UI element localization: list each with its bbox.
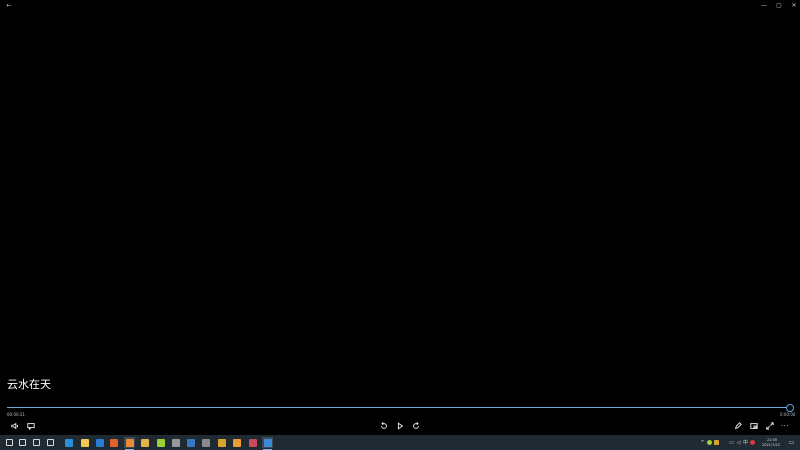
- close-icon: ✕: [791, 1, 797, 9]
- app-orange-icon: [232, 438, 241, 447]
- clock[interactable]: 22:00 2021/7/22: [759, 438, 785, 448]
- seek-fill: [7, 407, 790, 408]
- tray-antivirus[interactable]: [747, 437, 758, 448]
- action-center-button[interactable]: ▭: [786, 437, 797, 448]
- folder-icon: [140, 438, 149, 447]
- edit-button[interactable]: [732, 420, 744, 431]
- video-title: 云水在天: [7, 378, 51, 391]
- notification-icon: ▭: [788, 439, 795, 446]
- cortana-icon: [33, 439, 40, 446]
- taskbar-edge[interactable]: [63, 437, 74, 448]
- photos-icon: [125, 438, 134, 447]
- mini-view-icon: [750, 422, 758, 429]
- seek-bar[interactable]: [7, 404, 794, 412]
- file-explorer-icon: [80, 438, 89, 447]
- app-yellow-icon: [217, 438, 226, 447]
- skip-back-10-icon: [381, 421, 387, 429]
- start-icon: [6, 439, 13, 446]
- word-icon: [186, 438, 195, 447]
- title-bar: ← — ▢ ✕: [0, 0, 800, 10]
- minimize-icon: —: [761, 1, 767, 9]
- fullscreen-icon: [766, 421, 774, 430]
- movies-tv-icon: [263, 438, 272, 447]
- task-view-icon: [47, 439, 54, 446]
- taskbar-app-yellow[interactable]: [216, 437, 227, 448]
- tray-app-2[interactable]: [711, 437, 722, 448]
- taskbar-folder[interactable]: [139, 437, 150, 448]
- clock-date: 2021/7/22: [762, 443, 780, 447]
- taskbar-movies-tv[interactable]: [262, 437, 273, 450]
- skip-forward-button[interactable]: [410, 420, 422, 431]
- edit-pen-icon: [734, 421, 742, 429]
- subtitles-button[interactable]: [25, 420, 37, 431]
- more-icon: ···: [780, 421, 790, 430]
- movies-tv-window: ← — ▢ ✕ 云水在天 00:00:21 0:00:00 ···: [0, 0, 800, 435]
- app-gray-icon: [201, 438, 210, 447]
- skip-forward-30-icon: [413, 421, 419, 429]
- taskbar-app-circle[interactable]: [247, 437, 258, 448]
- play-icon: [397, 421, 404, 430]
- taskbar-file-explorer[interactable]: [79, 437, 90, 448]
- taskbar-start[interactable]: [4, 437, 15, 448]
- taskbar-word[interactable]: [185, 437, 196, 448]
- skip-back-button[interactable]: [378, 420, 390, 431]
- search-icon: [19, 439, 26, 446]
- maximize-icon: ▢: [776, 1, 782, 9]
- taskbar-app-orange[interactable]: [231, 437, 242, 448]
- taskbar-chrome[interactable]: [155, 437, 166, 448]
- taskbar-app-gray[interactable]: [200, 437, 211, 448]
- chrome-icon: [156, 438, 165, 447]
- fullscreen-button[interactable]: [764, 420, 776, 431]
- antivirus-icon: [750, 440, 755, 445]
- seek-thumb[interactable]: [786, 404, 794, 412]
- taskbar-store[interactable]: [108, 437, 119, 448]
- time-remaining: 0:00:00: [780, 412, 796, 417]
- close-button[interactable]: ✕: [786, 0, 800, 10]
- taskbar-settings[interactable]: [170, 437, 181, 448]
- time-elapsed: 00:00:21: [7, 412, 25, 417]
- taskbar-mail[interactable]: [94, 437, 105, 448]
- store-icon: [109, 438, 118, 447]
- volume-button[interactable]: [9, 420, 21, 431]
- tray-app-icon: [714, 440, 719, 445]
- subtitles-icon: [27, 422, 35, 430]
- minimize-button[interactable]: —: [756, 0, 772, 10]
- play-button[interactable]: [394, 420, 406, 431]
- maximize-button[interactable]: ▢: [771, 0, 787, 10]
- windows-taskbar: ^ ▭ ◁ 中 22:00 2021/7/22 ▭: [0, 435, 800, 450]
- taskbar-task-view[interactable]: [45, 437, 56, 448]
- app-circle-icon: [248, 438, 257, 447]
- edge-icon: [64, 438, 73, 447]
- more-button[interactable]: ···: [779, 420, 791, 431]
- clock-time: 22:00: [767, 438, 778, 442]
- taskbar-cortana[interactable]: [31, 437, 42, 448]
- back-button[interactable]: ←: [1, 0, 17, 10]
- volume-icon: [11, 422, 19, 429]
- taskbar-search[interactable]: [17, 437, 28, 448]
- arrow-left-icon: ←: [6, 1, 12, 9]
- mail-icon: [95, 438, 104, 447]
- taskbar-photos[interactable]: [124, 437, 135, 450]
- settings-icon: [171, 438, 180, 447]
- mini-view-button[interactable]: [748, 420, 760, 431]
